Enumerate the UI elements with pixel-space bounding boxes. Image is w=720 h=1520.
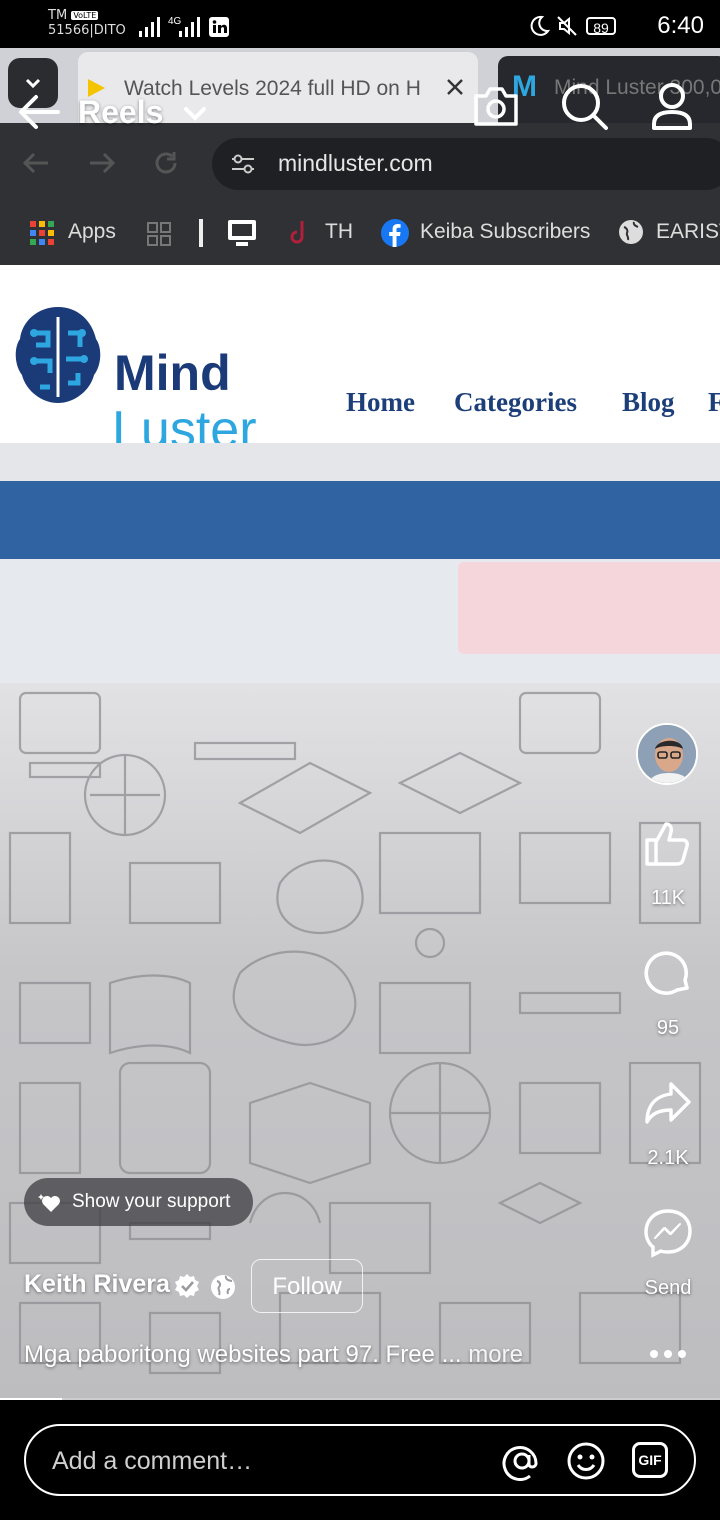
verified-badge-icon xyxy=(175,1274,199,1298)
gif-label: GIF xyxy=(638,1452,662,1468)
like-thumb-icon[interactable] xyxy=(643,818,693,868)
battery-indicator: 89 xyxy=(586,17,616,36)
follow-button[interactable]: Follow xyxy=(251,1259,363,1313)
carrier-info: TM VoLTE 51566|DITO xyxy=(48,8,126,38)
comment-bubble-icon[interactable] xyxy=(643,948,693,998)
site-blue-band xyxy=(0,481,720,559)
site-pink-box xyxy=(458,562,720,654)
tab-title: Watch Levels 2024 full HD on H xyxy=(124,77,421,100)
bookmark-th: TH xyxy=(325,220,353,243)
camera-icon[interactable] xyxy=(472,84,520,128)
messenger-icon[interactable] xyxy=(643,1208,693,1258)
signal-4g-icon xyxy=(179,17,200,37)
address-bar: mindluster.com xyxy=(212,138,720,190)
more-options-icon[interactable] xyxy=(648,1346,688,1362)
search-icon[interactable] xyxy=(560,82,610,132)
comments-count: 95 xyxy=(656,1017,680,1039)
back-arrow-icon xyxy=(22,152,48,174)
share-arrow-icon[interactable] xyxy=(643,1078,693,1128)
linkedin-icon xyxy=(209,17,229,37)
globe-icon xyxy=(619,220,643,244)
more-link[interactable]: more xyxy=(468,1341,523,1368)
globe-icon xyxy=(211,1275,235,1299)
show-support-label: Show your support xyxy=(72,1191,231,1212)
close-tab-icon xyxy=(447,79,463,95)
url-text: mindluster.com xyxy=(278,150,433,176)
bookmark-keiba: Keiba Subscribers xyxy=(420,220,591,243)
monitor-icon xyxy=(228,220,256,246)
apps-grid-icon xyxy=(30,221,54,245)
comment-input-container[interactable]: GIF xyxy=(24,1424,696,1496)
creator-avatar[interactable] xyxy=(636,723,698,785)
likes-count: 11K xyxy=(650,887,686,909)
dnd-moon-icon xyxy=(530,15,550,36)
comment-input[interactable] xyxy=(50,1438,474,1484)
bookmark-earist: EARIST xyxy=(656,220,720,243)
clock: 6:40 xyxy=(657,12,704,39)
shares-count: 2.1K xyxy=(647,1147,689,1169)
nav-cut-item: F xyxy=(708,387,720,417)
logo-word-mind: Mind xyxy=(114,345,231,401)
post-caption[interactable]: Mga paboritong websites part 97. Free ..… xyxy=(24,1341,523,1369)
reels-title[interactable]: Reels xyxy=(78,94,163,131)
nav-blog: Blog xyxy=(622,387,675,417)
tiktok-icon xyxy=(290,221,304,244)
caption-text: Mga paboritong websites part 97. Free ..… xyxy=(24,1341,462,1368)
volte-badge: VoLTE xyxy=(71,11,99,20)
mention-at-icon[interactable] xyxy=(502,1441,542,1481)
mindluster-logo-icon xyxy=(15,307,101,403)
show-support-button[interactable]: Show your support xyxy=(24,1178,253,1226)
author-name[interactable]: Keith Rivera xyxy=(24,1270,170,1299)
bookmark-divider xyxy=(199,219,203,247)
bookmark-apps: Apps xyxy=(68,220,116,243)
chevron-down-icon[interactable] xyxy=(182,104,208,124)
signal-icon xyxy=(139,17,160,37)
nav-home: Home xyxy=(346,387,415,417)
back-arrow-icon[interactable] xyxy=(16,92,62,132)
status-bar: TM VoLTE 51566|DITO 4G 89 6:40 xyxy=(0,0,720,48)
bookmarks-bar: Apps TH Keiba Subscribers EARIST xyxy=(0,203,720,265)
site-spacer xyxy=(0,443,720,481)
website-header: Mind Luster Home Categories Blog F xyxy=(0,265,720,457)
grid-icon xyxy=(147,222,171,246)
sparkle-heart-icon xyxy=(38,1194,60,1212)
site-settings-icon xyxy=(232,154,254,174)
forward-arrow-icon xyxy=(90,152,116,174)
gif-button[interactable]: GIF xyxy=(632,1442,668,1478)
reload-icon xyxy=(155,152,177,174)
send-label[interactable]: Send xyxy=(628,1277,708,1300)
mute-icon xyxy=(557,16,577,36)
profile-icon[interactable] xyxy=(650,82,694,130)
emoji-icon[interactable] xyxy=(566,1441,606,1481)
nav-categories: Categories xyxy=(454,387,577,417)
facebook-icon xyxy=(381,219,409,247)
